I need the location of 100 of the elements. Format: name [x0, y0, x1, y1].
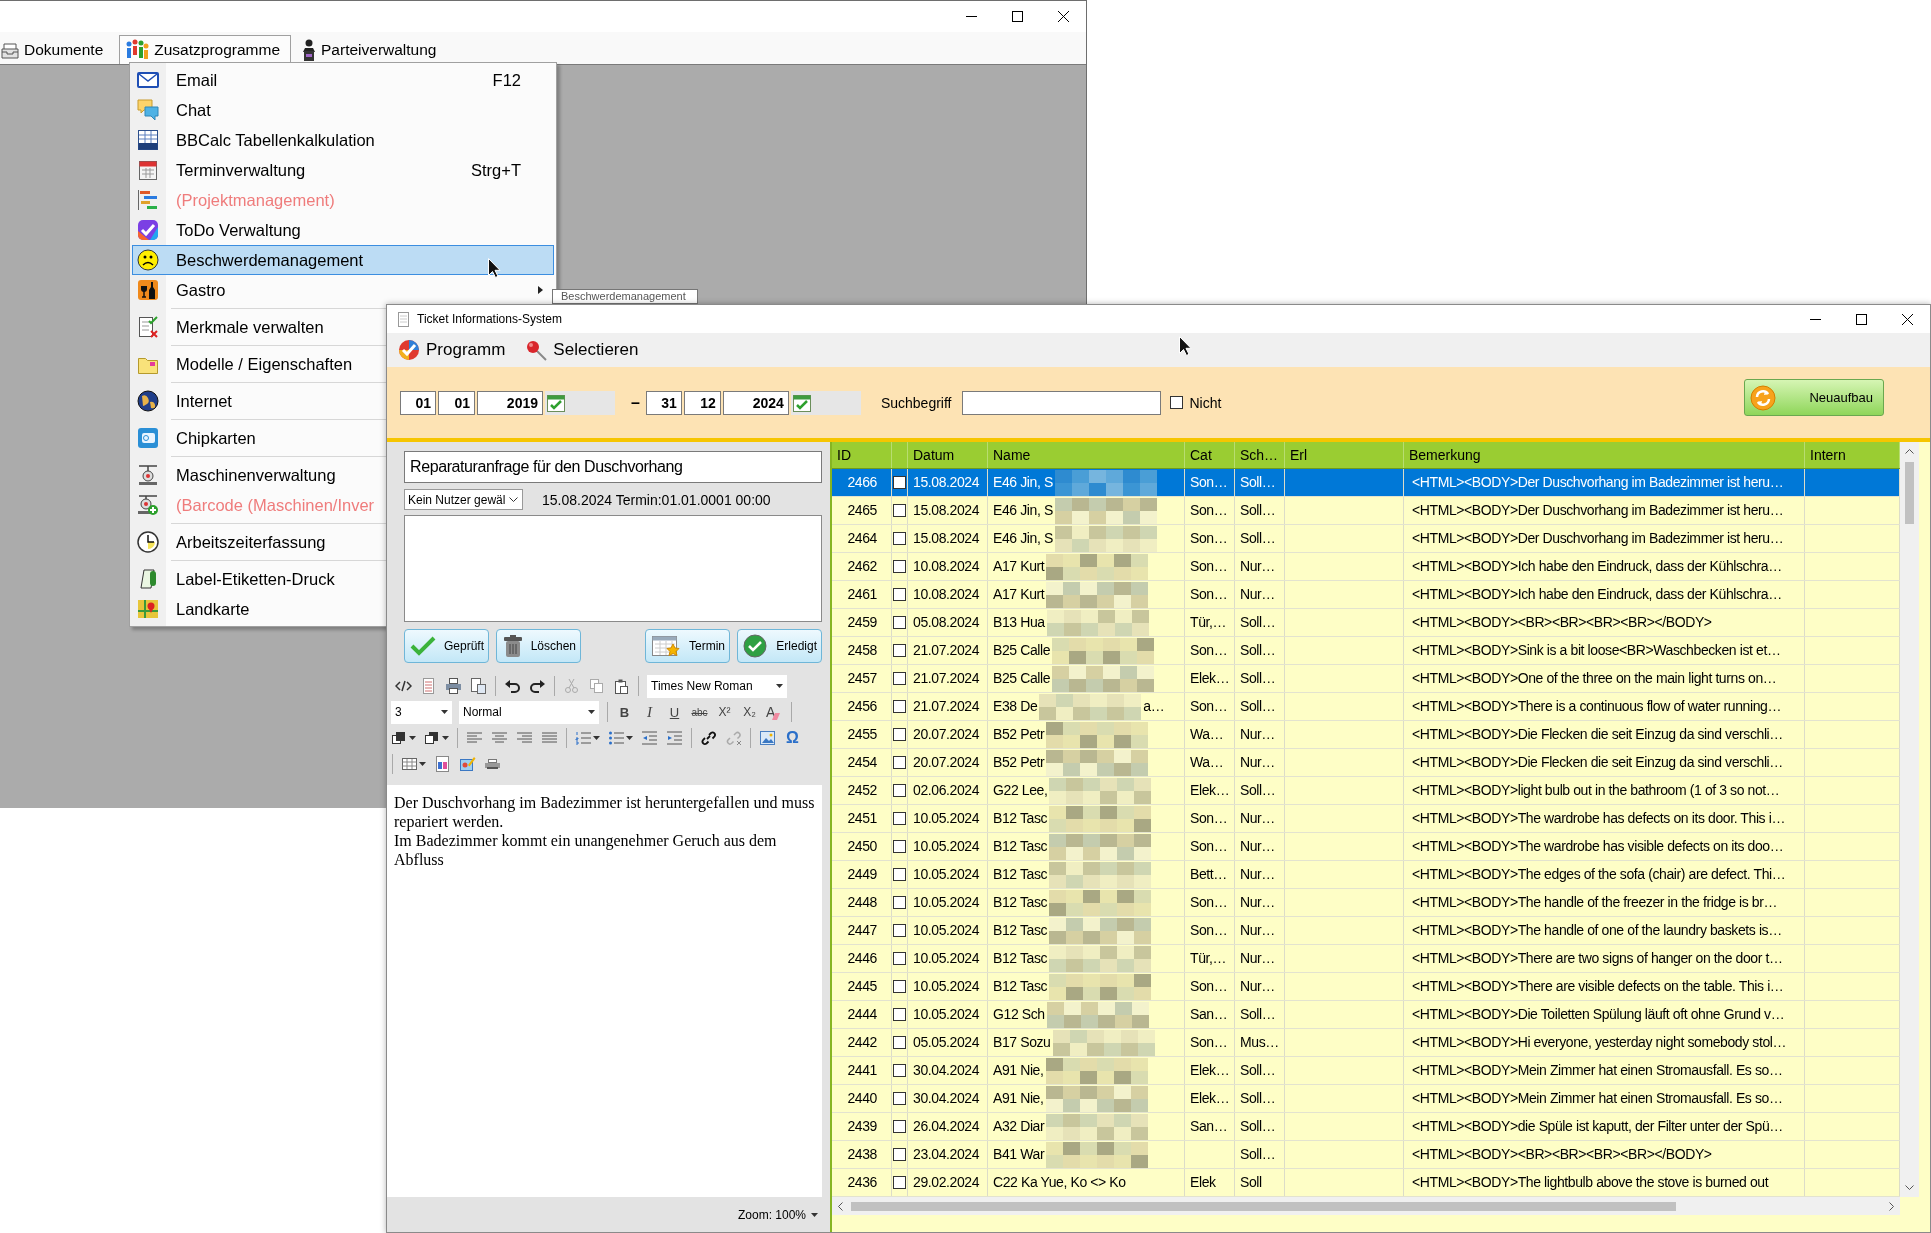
checkbox[interactable] [893, 1008, 906, 1021]
checkbox[interactable] [893, 476, 906, 489]
table-row[interactable]: 2445 10.05.2024 B12 Tasc Son… Nur… <HTML><BODY>There are visible defects on the table. This i… [832, 973, 1900, 1001]
checkbox[interactable] [893, 924, 906, 937]
menu-bar-item[interactable]: Dokumente [0, 35, 115, 64]
checkbox[interactable] [893, 896, 906, 909]
checkbox[interactable] [893, 1120, 906, 1133]
menu-item[interactable]: Landkarte [132, 594, 386, 624]
checkbox[interactable] [893, 672, 906, 685]
bullet-list-icon[interactable] [608, 730, 625, 746]
table-row[interactable]: 2458 21.07.2024 B25 Calle Son… Soll… <HTML><BODY>Sink is a bit loose<BR>Waschbecken ist et… [832, 637, 1900, 665]
table-row[interactable]: 2462 10.08.2024 A17 Kurt Son… Nur… <HTML><BODY>Ich habe den Eindruck, dass der Kühlschra… [832, 553, 1900, 581]
day-field[interactable]: 31 [645, 390, 682, 415]
table-row[interactable]: 2439 26.04.2024 A32 Diar San… Soll… <HTML><BODY>die Spüle ist kaputt, der Filter unter der Spü… [832, 1113, 1900, 1141]
superscript-button[interactable]: X² [716, 705, 733, 719]
chevron-down-icon[interactable] [1905, 1185, 1914, 1190]
menu-item[interactable]: Maschinenverwaltung [132, 460, 386, 490]
minimize-icon[interactable] [1809, 318, 1821, 320]
verified-button[interactable]: Geprüft [404, 629, 489, 663]
year-field[interactable]: 2024 [722, 390, 789, 415]
menu-item[interactable]: Modelle / Eigenschaften [132, 349, 386, 379]
printer-icon[interactable] [445, 678, 462, 694]
table-row[interactable]: 2451 10.05.2024 B12 Tasc Son… Nur… <HTML><BODY>The wardrobe has defects on its door. This i… [832, 805, 1900, 833]
unlink-icon[interactable] [725, 730, 742, 746]
printer-icon[interactable] [484, 756, 501, 772]
subscript-button[interactable]: X₂ [741, 705, 758, 719]
chevron-up-icon[interactable] [1905, 449, 1914, 454]
checkbox[interactable] [893, 756, 906, 769]
redo-icon[interactable] [529, 678, 546, 694]
table-row[interactable]: 2457 21.07.2024 B25 Calle Elek… Soll… <HTML><BODY>One of the three on the main light turns on… [832, 665, 1900, 693]
document-lines-icon[interactable] [420, 678, 437, 694]
image-edit-icon[interactable] [459, 756, 476, 772]
checkbox[interactable] [1170, 396, 1184, 409]
image-icon[interactable] [759, 730, 776, 746]
checkbox[interactable] [893, 952, 906, 965]
table-row[interactable]: 2452 02.06.2024 G22 Lee, Elek… Soll… <HTML><BODY>light bulb out in the bathroom (1 of 3 so not… [832, 777, 1900, 805]
checkbox[interactable] [893, 784, 906, 797]
table-row[interactable]: 2450 10.05.2024 B12 Tasc Son… Nur… <HTML><BODY>The wardrobe has visible defects on its doo… [832, 833, 1900, 861]
vertical-scrollbar[interactable] [1900, 442, 1919, 1197]
table-row[interactable]: 2444 10.05.2024 G12 Sch San… Soll… <HTML><BODY>Die Toiletten Spülung läuft oft ohne Grund v… [832, 1001, 1900, 1029]
menu-item[interactable]: Programm [398, 339, 506, 361]
menu-item[interactable]: Merkmale verwalten [132, 312, 386, 342]
table-row[interactable]: 2440 30.04.2024 A91 Nie, Elek… Soll… <HTML><BODY>Mein Zimmer hat einen Stromausfall. Es so… [832, 1085, 1900, 1113]
form-document-icon[interactable] [434, 756, 451, 772]
bring-forward-icon[interactable] [391, 730, 408, 746]
italic-button[interactable]: I [641, 703, 658, 721]
subject-field[interactable]: Reparaturanfrage für den Duschvorhang [404, 451, 822, 483]
column-header[interactable]: ID [832, 442, 892, 468]
column-header[interactable]: Name [988, 442, 1185, 468]
menu-item[interactable]: Arbeitszeiterfassung [132, 527, 386, 557]
checkbox[interactable] [893, 980, 906, 993]
editor-content[interactable]: Der Duschvorhang im Badezimmer ist heruntergefallen und muss repariert werden. Im Badezimmer kommt ein unangenehmer Geruch aus dem Abfluss [387, 785, 822, 1197]
menu-item[interactable]: Gastro [132, 275, 554, 305]
table-row[interactable]: 2456 21.07.2024 E38 De a… Son… Soll… <HTML><BODY>There is a continuous flow of water running… [832, 693, 1900, 721]
done-button[interactable]: Erledigt [737, 629, 822, 663]
menu-item[interactable]: Internet [132, 386, 386, 416]
column-header[interactable]: Bemerkung [1404, 442, 1805, 468]
checkbox[interactable] [893, 1092, 906, 1105]
checkbox[interactable] [893, 840, 906, 853]
menu-item[interactable]: Email F12 [132, 65, 554, 95]
zoom-select[interactable]: Zoom: 100% [737, 1207, 818, 1222]
checkbox[interactable] [893, 588, 906, 601]
horizontal-scrollbar[interactable] [832, 1197, 1900, 1215]
menu-item[interactable]: Beschwerdemanagement [132, 245, 554, 275]
checkbox[interactable] [893, 728, 906, 741]
menu-item[interactable]: Label-Etiketten-Druck [132, 564, 386, 594]
table-icon[interactable] [401, 756, 418, 772]
strikethrough-button[interactable]: abc [691, 706, 708, 718]
maximize-icon[interactable] [1011, 11, 1023, 22]
table-row[interactable]: 2466 15.08.2024 E46 Jin, S Son… Soll… <HTML><BODY>Der Duschvorhang im Badezimmer ist heru… [832, 469, 1900, 497]
menu-item[interactable]: Chipkarten [132, 423, 386, 453]
text-area[interactable] [404, 515, 822, 622]
scrollbar-thumb[interactable] [1905, 462, 1914, 524]
table-row[interactable]: 2461 10.08.2024 A17 Kurt Son… Nur… <HTML><BODY>Ich habe den Eindruck, dass der Kühlschra… [832, 581, 1900, 609]
calendar-button[interactable] [790, 390, 861, 415]
menu-item[interactable]: Chat [132, 95, 554, 125]
chevron-left-icon[interactable] [838, 1201, 843, 1211]
checkbox[interactable] [893, 700, 906, 713]
menu-item[interactable]: BBCalc Tabellenkalkulation [132, 125, 554, 155]
close-icon[interactable] [1901, 313, 1913, 325]
bold-button[interactable]: B [616, 704, 633, 720]
column-header[interactable]: Sch… [1235, 442, 1285, 468]
column-header[interactable]: Erl [1285, 442, 1404, 468]
menu-item[interactable]: ToDo Verwaltung [132, 215, 554, 245]
delete-button[interactable]: Löschen [496, 629, 581, 663]
checkbox[interactable] [893, 616, 906, 629]
link-icon[interactable] [700, 730, 717, 746]
calendar-button[interactable] [545, 390, 615, 415]
table-row[interactable]: 2449 10.05.2024 B12 Tasc Bett… Nur… <HTML><BODY>The edges of the sofa (chair) are defect. Thi… [832, 861, 1900, 889]
table-row[interactable]: 2442 05.05.2024 B17 Sozu Son… Mus… <HTML><BODY>Hi everyone, yesterday night somebody stol… [832, 1029, 1900, 1057]
day-field[interactable]: 01 [400, 390, 436, 415]
print-preview-icon[interactable] [470, 678, 487, 694]
table-row[interactable]: 2464 15.08.2024 E46 Jin, S Son… Soll… <HTML><BODY>Der Duschvorhang im Badezimmer ist heru… [832, 525, 1900, 553]
menu-item[interactable]: Terminverwaltung Strg+T [132, 155, 554, 185]
paste-icon[interactable] [613, 678, 630, 694]
user-select[interactable]: Kein Nutzer gewäl [404, 489, 523, 510]
checkbox[interactable] [893, 812, 906, 825]
underline-button[interactable]: U [666, 704, 683, 720]
checkbox[interactable] [893, 1148, 906, 1161]
paragraph-format-select[interactable]: Normal [459, 700, 599, 724]
